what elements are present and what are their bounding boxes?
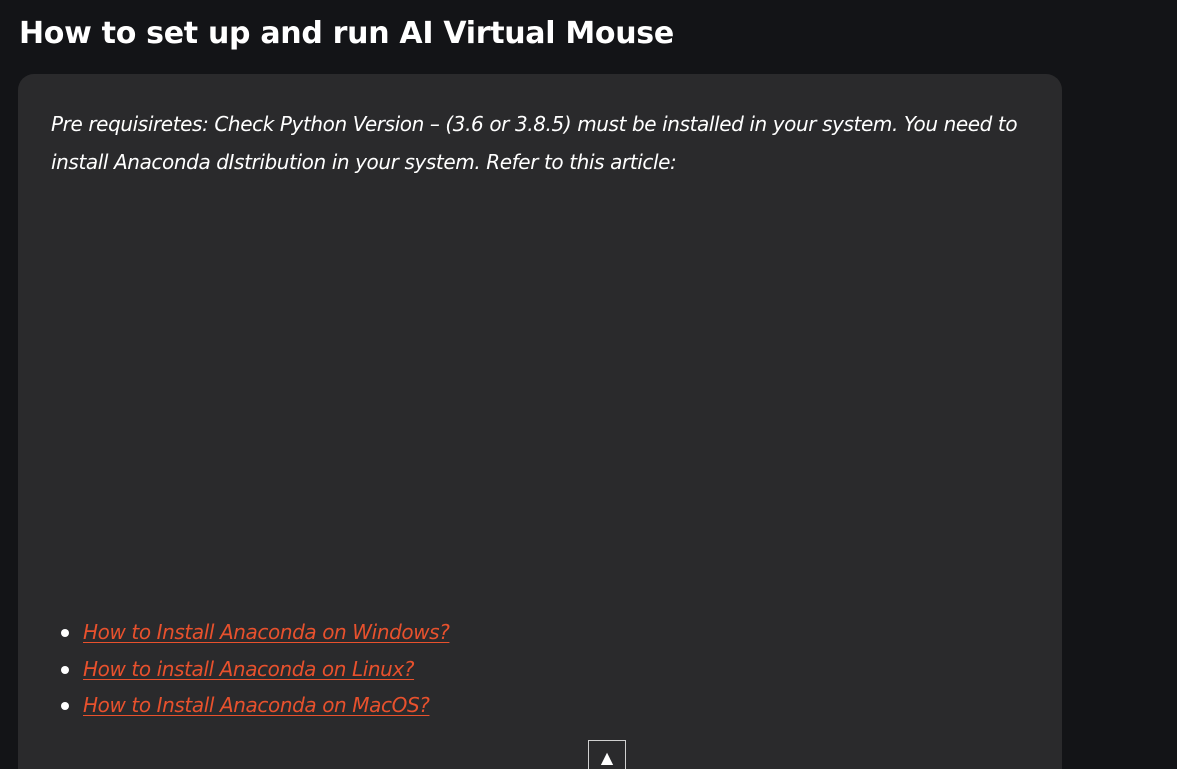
empty-ad-space xyxy=(51,194,1036,614)
prerequisites-text: Pre requisiretes: Check Python Version –… xyxy=(51,112,1018,174)
bullet-icon xyxy=(61,665,69,674)
anaconda-links-list: How to Install Anaconda on Windows? How … xyxy=(18,614,450,724)
page: How to set up and run AI Virtual Mouse P… xyxy=(0,0,1177,769)
link-anaconda-windows[interactable]: How to Install Anaconda on Windows? xyxy=(83,620,450,644)
content-card: Pre requisiretes: Check Python Version –… xyxy=(18,74,1062,769)
scroll-to-top-button[interactable]: ▲ xyxy=(588,740,626,769)
list-item: How to install Anaconda on Linux? xyxy=(61,651,449,688)
list-item: How to Install Anaconda on MacOS? xyxy=(61,687,449,724)
bullet-icon xyxy=(61,629,69,637)
link-anaconda-macos[interactable]: How to Install Anaconda on MacOS? xyxy=(83,693,430,717)
link-anaconda-linux[interactable]: How to install Anaconda on Linux? xyxy=(83,657,414,681)
section-heading: How to set up and run AI Virtual Mouse xyxy=(19,16,674,51)
list-item: How to Install Anaconda on Windows? xyxy=(61,614,450,651)
arrow-up-icon: ▲ xyxy=(600,748,614,767)
bullet-icon xyxy=(61,702,69,710)
